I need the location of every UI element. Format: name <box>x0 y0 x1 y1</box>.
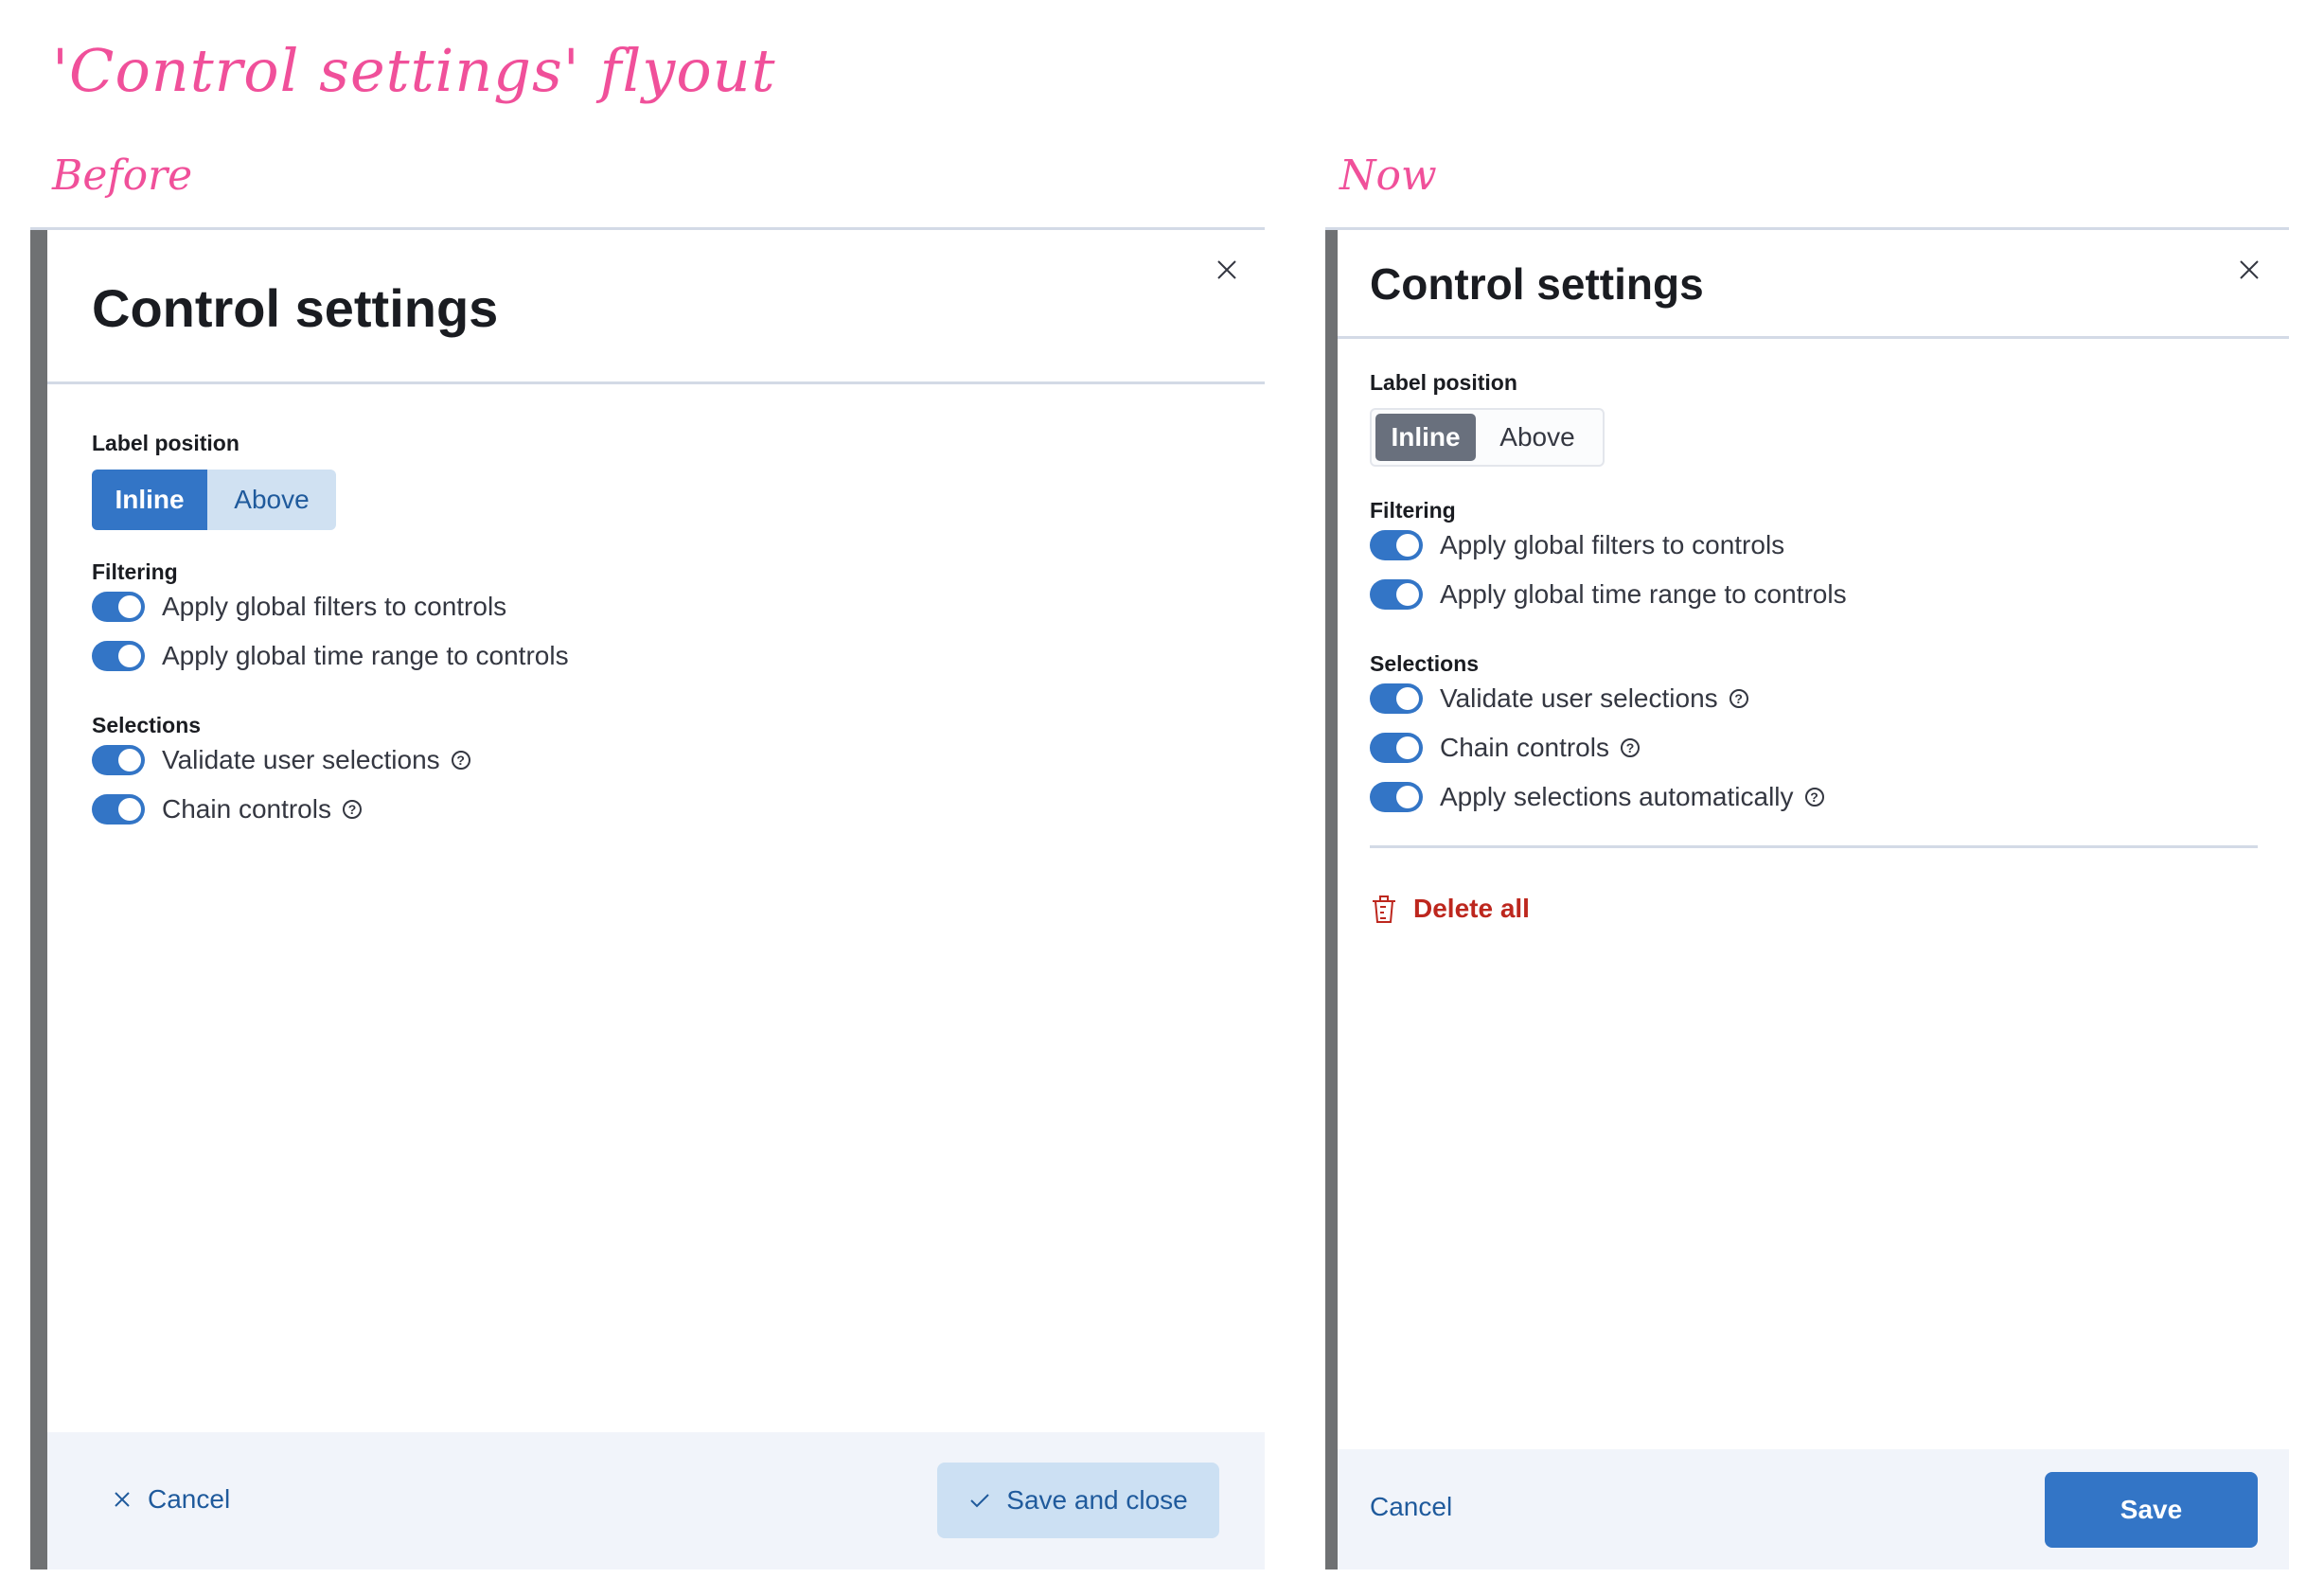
toggle-row: Apply global filters to controls <box>92 592 506 622</box>
above-option[interactable]: Above <box>207 470 336 530</box>
toggle-label: Chain controls <box>1440 733 1609 762</box>
toggle-label: Validate user selections <box>1440 683 1718 713</box>
save-button[interactable]: Save <box>2045 1472 2258 1548</box>
flyout-footer: Cancel Save and close <box>47 1432 1265 1569</box>
toggle-row: Validate user selections? <box>92 745 470 775</box>
cancel-button[interactable]: Cancel <box>1370 1492 1452 1522</box>
control-settings-flyout: Control settings Label position Inline A… <box>47 230 1265 1569</box>
section-label-selections: Selections <box>1370 651 1480 676</box>
close-icon <box>115 1492 130 1507</box>
toggle-label: Apply selections automatically <box>1440 782 1794 811</box>
close-icon[interactable] <box>1214 257 1240 283</box>
help-icon[interactable]: ? <box>1804 788 1824 807</box>
toggle-label: Apply global time range to controls <box>162 641 569 670</box>
check-icon <box>970 1494 989 1508</box>
toggle-row: Chain controls? <box>92 794 362 825</box>
toggle-switch[interactable] <box>1370 733 1423 763</box>
toggle-switch[interactable] <box>92 592 145 622</box>
label-position-label: Label position <box>92 431 239 455</box>
control-settings-flyout: Control settings Label position Inline A… <box>1338 230 2289 1569</box>
help-icon[interactable]: ? <box>1620 738 1640 757</box>
toggle-row: Apply global filters to controls <box>1370 530 1784 560</box>
toggle-switch[interactable] <box>1370 683 1423 714</box>
toggle-label: Apply global filters to controls <box>162 592 507 621</box>
help-icon[interactable]: ? <box>342 800 362 819</box>
toggle-switch[interactable] <box>92 641 145 671</box>
toggle-label: Apply global filters to controls <box>1440 530 1785 559</box>
help-icon[interactable]: ? <box>1729 689 1748 708</box>
annotation-title: 'Control settings' flyout <box>52 36 776 105</box>
page-backdrop <box>30 230 47 1569</box>
help-icon[interactable]: ? <box>451 751 470 770</box>
trash-icon <box>1373 896 1395 923</box>
delete-all-label: Delete all <box>1413 894 1530 923</box>
toggle-label: Validate user selections <box>162 745 440 774</box>
cancel-label: Cancel <box>1370 1492 1453 1521</box>
flyout-header: Control settings <box>47 230 1265 384</box>
toggle-switch[interactable] <box>92 794 145 825</box>
close-icon[interactable] <box>2236 257 2262 283</box>
label-position-button-group: Inline Above <box>1370 408 1605 467</box>
toggle-label: Chain controls <box>162 794 331 824</box>
inline-option[interactable]: Inline <box>1375 414 1476 461</box>
toggle-row: Validate user selections? <box>1370 683 1748 714</box>
toggle-switch[interactable] <box>1370 530 1423 560</box>
before-flyout-screenshot: Control settings Label position Inline A… <box>30 227 1265 1569</box>
save-and-close-label: Save and close <box>1006 1485 1188 1515</box>
toggle-switch[interactable] <box>1370 782 1423 812</box>
divider <box>1370 845 2258 848</box>
delete-all-button[interactable]: Delete all <box>1370 893 1530 925</box>
inline-option[interactable]: Inline <box>92 470 207 530</box>
section-label-selections: Selections <box>92 713 202 737</box>
toggle-row: Apply selections automatically? <box>1370 782 1824 812</box>
flyout-title: Control settings <box>1370 259 1704 309</box>
save-label: Save <box>2120 1495 2183 1524</box>
toggle-switch[interactable] <box>1370 579 1423 610</box>
toggle-label: Apply global time range to controls <box>1440 579 1847 609</box>
flyout-header: Control settings <box>1338 230 2289 339</box>
annotation-before: Before <box>52 151 193 200</box>
now-flyout-screenshot: Control settings Label position Inline A… <box>1325 227 2289 1569</box>
toggle-switch[interactable] <box>92 745 145 775</box>
page-backdrop <box>1325 230 1338 1569</box>
toggle-row: Chain controls? <box>1370 733 1640 763</box>
label-position-label: Label position <box>1370 370 1517 395</box>
toggle-row: Apply global time range to controls <box>92 641 569 671</box>
toggle-row: Apply global time range to controls <box>1370 579 1847 610</box>
section-label-filtering: Filtering <box>1370 498 1456 523</box>
cancel-label: Cancel <box>148 1484 231 1514</box>
label-position-button-group: Inline Above <box>92 470 336 530</box>
section-label-filtering: Filtering <box>92 559 178 584</box>
above-option[interactable]: Above <box>1476 414 1599 461</box>
cancel-button[interactable]: Cancel <box>112 1484 230 1515</box>
flyout-title: Control settings <box>92 278 499 338</box>
annotation-now: Now <box>1339 151 1437 200</box>
save-and-close-button[interactable]: Save and close <box>937 1463 1219 1538</box>
flyout-footer: Cancel Save <box>1338 1449 2289 1569</box>
